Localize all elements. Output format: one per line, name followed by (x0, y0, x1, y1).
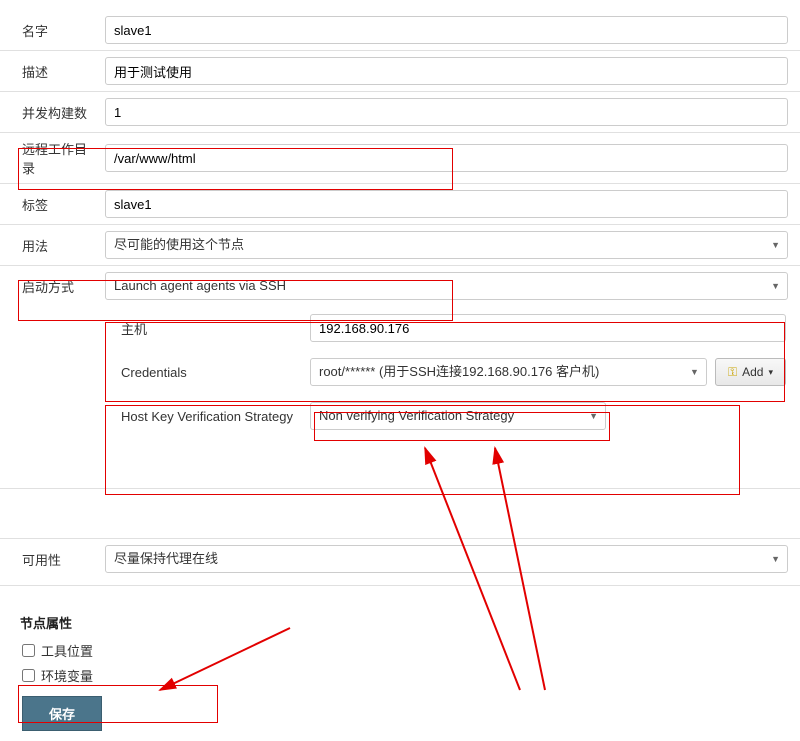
node-properties-heading: 节点属性 (0, 605, 800, 638)
tool-locations-label: 工具位置 (41, 641, 93, 660)
executors-label: 并发构建数 (0, 103, 105, 122)
save-button[interactable]: 保存 (22, 696, 102, 731)
desc-label: 描述 (0, 62, 105, 81)
dropdown-caret-icon: ▾ (768, 367, 773, 378)
credentials-label: Credentials (115, 365, 310, 380)
launch-method-select[interactable]: Launch agent agents via SSH (105, 272, 788, 300)
hostkey-select[interactable]: Non verifying Verification Strategy (310, 402, 606, 430)
tool-locations-checkbox[interactable] (22, 644, 35, 657)
tags-input[interactable] (105, 190, 788, 218)
host-input[interactable] (310, 314, 786, 342)
usage-label: 用法 (0, 236, 105, 255)
env-vars-checkbox[interactable] (22, 669, 35, 682)
key-icon: ⚿ (728, 365, 737, 380)
add-credentials-button[interactable]: ⚿ Add ▾ (715, 358, 786, 386)
executors-input[interactable] (105, 98, 788, 126)
usage-select[interactable]: 尽可能的使用这个节点 (105, 231, 788, 259)
availability-label: 可用性 (0, 550, 105, 569)
name-label: 名字 (0, 21, 105, 40)
desc-input[interactable] (105, 57, 788, 85)
tags-label: 标签 (0, 195, 105, 214)
host-label: 主机 (115, 319, 310, 338)
hostkey-label: Host Key Verification Strategy (115, 409, 310, 424)
availability-select[interactable]: 尽量保持代理在线 (105, 545, 788, 573)
credentials-select[interactable]: root/****** (用于SSH连接192.168.90.176 客户机) (310, 358, 707, 386)
env-vars-label: 环境变量 (41, 666, 93, 685)
remote-root-input[interactable] (105, 144, 788, 172)
launch-method-label: 启动方式 (0, 277, 105, 296)
remote-root-label: 远程工作目录 (0, 139, 105, 177)
add-button-label: Add (742, 365, 763, 379)
name-input[interactable] (105, 16, 788, 44)
